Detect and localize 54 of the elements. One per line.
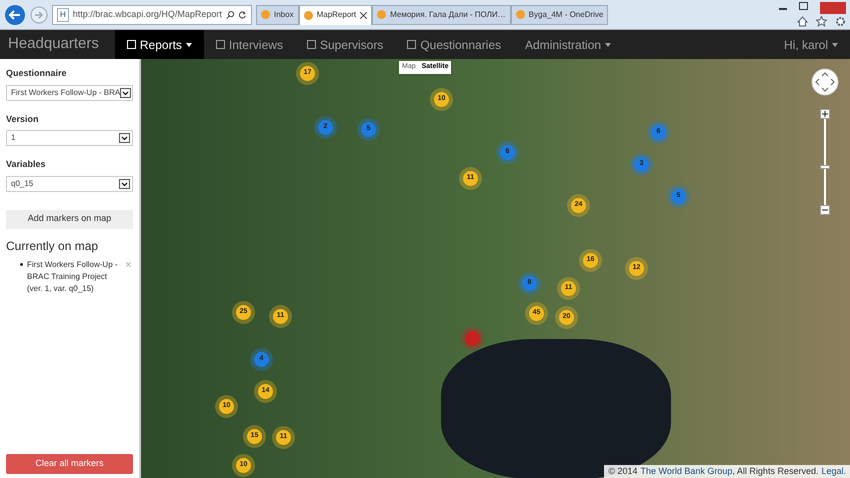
user-menu[interactable]: Hi, karol <box>772 36 850 54</box>
nav-item[interactable]: Interviews <box>204 30 295 59</box>
rights-text: , All Rights Reserved. <box>732 464 818 478</box>
tab-favicon-icon <box>516 10 525 19</box>
legal-link[interactable]: Legal. <box>821 464 846 478</box>
nav-item[interactable]: Administration <box>513 30 624 59</box>
browser-tab[interactable]: Inbox <box>256 4 299 24</box>
search-icon[interactable] <box>226 10 234 20</box>
star-icon[interactable] <box>816 16 827 27</box>
nav-item[interactable]: Reports <box>114 30 204 59</box>
bullet-icon <box>20 262 23 266</box>
browser-tab[interactable]: MapReport <box>298 4 372 24</box>
nav-icon <box>306 40 316 49</box>
zoom-out-icon[interactable] <box>820 205 830 215</box>
tab-title: Мемория. Гала Дали - ПОЛИ… <box>390 8 506 20</box>
tab-title: MapReport <box>316 9 356 21</box>
copyright-text: © 2014 <box>608 464 638 478</box>
clear-markers-button[interactable]: Clear all markers <box>6 454 133 474</box>
nav-icon <box>126 40 136 49</box>
address-bar[interactable]: H http://brac.wbcapi.org/HQ/MapReport <box>52 4 252 24</box>
url-text: http://brac.wbcapi.org/HQ/MapReport <box>72 8 222 21</box>
select-field[interactable]: First Workers Follow-Up - BRA <box>6 84 133 100</box>
brand-link[interactable]: Headquarters <box>0 33 107 56</box>
map-layer-item: First Workers Follow-Up - BRAC Training Project (ver. 1, var. q0_15) <box>27 258 119 294</box>
pan-control-icon[interactable] <box>811 68 839 96</box>
settings-icon[interactable] <box>835 16 846 27</box>
add-markers-button[interactable]: Add markers on map <box>6 210 133 228</box>
nav-item[interactable]: Supervisors <box>294 30 396 59</box>
field-label: Variables <box>6 158 47 171</box>
nav-icon <box>216 40 225 49</box>
tab-title: Inbox <box>274 8 294 20</box>
field-label: Version <box>6 112 40 126</box>
tab-favicon-icon <box>377 10 386 19</box>
field-label: Questionnaire <box>6 67 68 80</box>
section-heading: Currently on map <box>6 238 100 254</box>
refresh-icon[interactable] <box>238 10 247 20</box>
back-icon[interactable] <box>4 4 26 26</box>
nav-item[interactable]: Questionnaries <box>395 30 514 59</box>
select-field[interactable]: 1 <box>6 130 133 146</box>
caret-icon <box>832 42 838 46</box>
copyright-link[interactable]: The World Bank Group <box>640 464 732 478</box>
maximize-icon[interactable] <box>799 2 808 10</box>
browser-tab[interactable]: Мемория. Гала Дали - ПОЛИ… <box>372 4 511 24</box>
nav-icon <box>407 40 416 49</box>
tab-title: Byga_4M - OneDrive <box>528 8 604 20</box>
tab-favicon-icon <box>261 10 270 19</box>
zoom-slider-thumb[interactable] <box>820 165 830 170</box>
tab-favicon-icon <box>304 10 313 20</box>
home-icon[interactable] <box>797 16 808 27</box>
browser-tab[interactable]: Byga_4M - OneDrive <box>510 4 608 24</box>
page-icon: H <box>57 8 69 22</box>
zoom-in-icon[interactable] <box>820 109 830 119</box>
tab-close-icon[interactable] <box>360 12 368 18</box>
select-field[interactable]: q0_15 <box>6 176 133 192</box>
